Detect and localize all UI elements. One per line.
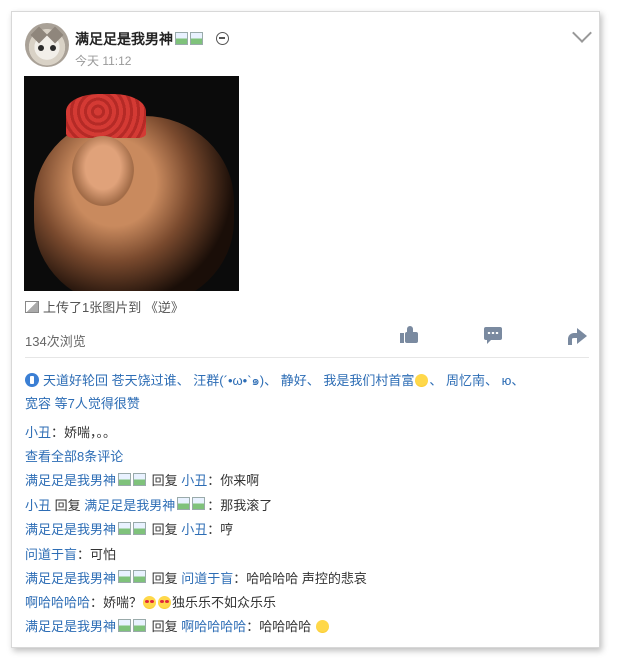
photo-body <box>34 116 234 291</box>
liker[interactable]: 静好 <box>281 373 307 388</box>
comment-item: 小丑：娇喘，。。 <box>25 421 591 445</box>
reply-target[interactable]: 满足足是我男神 <box>84 498 175 513</box>
view-all-link[interactable]: 查看全部8条评论 <box>25 449 123 464</box>
user-badges <box>175 32 205 48</box>
comment-author[interactable]: 满足足是我男神 <box>25 571 116 586</box>
post-author[interactable]: 满足足是我男神 <box>75 29 205 49</box>
badge-icon <box>175 32 188 46</box>
message-icon[interactable] <box>216 32 229 45</box>
comment-item: 小丑 回复 满足足是我男神 ：那我滚了 <box>25 494 591 519</box>
comment-author[interactable]: 满足足是我男神 <box>25 522 116 537</box>
author-name[interactable]: 满足足是我男神 <box>75 31 173 47</box>
share-icon[interactable] <box>568 326 588 346</box>
comment-item: 满足足是我男神 回复 问道于盲：哈哈哈哈 声控的悲哀 <box>25 567 591 592</box>
view-count: 134次浏览 <box>25 334 86 349</box>
like-icon[interactable] <box>400 326 420 346</box>
liker[interactable]: 苍天饶过谁 <box>112 373 177 388</box>
comment-author[interactable]: 满足足是我男神 <box>25 473 116 488</box>
cat-ear-right <box>46 26 64 44</box>
comment-text-2: 独乐乐不如众乐乐 <box>172 595 277 611</box>
reply-target[interactable]: 小丑 <box>181 522 207 537</box>
badge-icon <box>118 570 132 584</box>
comment-item: 满足足是我男神 回复 啊哈哈哈哈：哈哈哈哈 <box>25 615 591 640</box>
liker[interactable]: 宽容 <box>25 396 51 411</box>
comment-author[interactable]: 小丑 <box>25 498 51 513</box>
thumbs-up-icon <box>25 373 39 387</box>
chevron-down-icon[interactable] <box>572 23 592 43</box>
badge-icon <box>133 570 147 584</box>
feed-card: 满足足是我男神 今天 11:12 上传了1张图片到 《逆》 134次浏览 天道好… <box>11 11 600 648</box>
comment-text: ：哼 <box>207 522 234 538</box>
comment-author[interactable]: 啊哈哈哈哈 <box>25 595 90 610</box>
badge-icon <box>133 618 147 632</box>
photo-face <box>72 136 134 206</box>
cat-eye-left <box>38 45 44 51</box>
cat-ear-left <box>30 26 48 44</box>
comment-text: ：娇喘？ <box>90 595 143 611</box>
reply-label: 回复 <box>151 570 178 586</box>
comment-author[interactable]: 满足足是我男神 <box>25 619 116 634</box>
likes-suffix[interactable]: 等7人觉得很赞 <box>55 396 140 411</box>
user-avatar[interactable] <box>25 23 69 67</box>
comment-text: ：可怕 <box>77 546 117 562</box>
comment-item: 满足足是我男神 回复 小丑：你来啊 <box>25 469 591 494</box>
badge-icon <box>190 32 203 46</box>
comment-item: 问道于盲：可怕 <box>25 543 591 567</box>
emoji-icon <box>415 374 429 387</box>
reply-label: 回复 <box>151 619 178 635</box>
upload-caption[interactable]: 上传了1张图片到 《逆》 <box>25 297 184 316</box>
comment-text: ：那我滚了 <box>207 497 273 513</box>
comment-author[interactable]: 问道于盲 <box>25 547 77 562</box>
comment-list: 小丑：娇喘，。。 查看全部8条评论 满足足是我男神 回复 小丑：你来啊 小丑 回… <box>25 421 591 640</box>
reply-target[interactable]: 小丑 <box>181 473 207 488</box>
likes-list: 天道好轮回 苍天饶过谁、 汪群(´•ω•`๑)、 静好、 我是我们村首富、 周忆… <box>25 373 525 411</box>
comment-author[interactable]: 小丑 <box>25 425 51 440</box>
liker[interactable]: 汪群(´•ω•`๑) <box>193 373 264 388</box>
post-photo[interactable] <box>24 76 239 291</box>
badge-icon <box>177 497 191 511</box>
heart-eyes-emoji-icon <box>143 596 157 610</box>
comment-text: ：娇喘，。。 <box>51 425 117 440</box>
badge-icon <box>133 521 147 535</box>
smirk-emoji-icon <box>315 620 329 634</box>
divider <box>25 357 589 358</box>
upload-text[interactable]: 上传了1张图片到 《逆》 <box>43 300 184 315</box>
image-icon <box>25 301 39 313</box>
reply-label: 回复 <box>54 497 81 513</box>
badge-icon <box>118 472 132 486</box>
badge-icon <box>118 521 132 535</box>
comment-text: ：你来啊 <box>207 473 260 488</box>
badge-icon <box>133 472 147 486</box>
comment-icon[interactable] <box>484 326 504 346</box>
post-time: 今天 11:12 <box>75 54 132 68</box>
comment-item: 满足足是我男神 回复 小丑：哼 <box>25 518 591 543</box>
comment-text: ：哈哈哈哈 <box>246 619 312 635</box>
comment-text: ：哈哈哈哈 声控的悲哀 <box>233 570 367 586</box>
liker[interactable]: 天道好轮回 <box>43 373 108 388</box>
reply-target[interactable]: 问道于盲 <box>181 571 233 586</box>
liker[interactable]: 我是我们村首富 <box>323 373 414 388</box>
badge-icon <box>118 618 132 632</box>
reply-label: 回复 <box>151 522 178 538</box>
reply-label: 回复 <box>151 473 178 488</box>
comment-item: 啊哈哈哈哈：娇喘？ 独乐乐不如众乐乐 <box>25 591 591 615</box>
heart-eyes-emoji-icon <box>158 596 172 610</box>
view-all-comments[interactable]: 查看全部8条评论 <box>25 445 591 469</box>
photo-bandana <box>66 94 146 138</box>
badge-icon <box>192 497 206 511</box>
liker[interactable]: ю <box>502 373 512 388</box>
reply-target[interactable]: 啊哈哈哈哈 <box>181 619 246 634</box>
liker[interactable]: 周忆南 <box>446 373 485 388</box>
cat-eye-right <box>50 45 56 51</box>
